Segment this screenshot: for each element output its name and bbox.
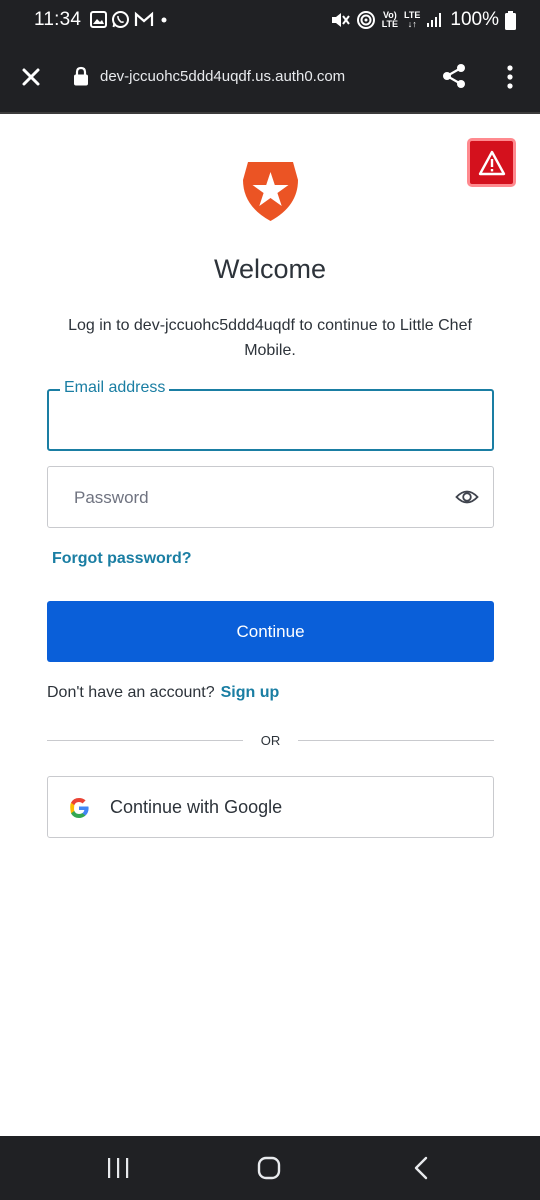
lte-indicator: LTE ↓↑ bbox=[404, 11, 420, 29]
status-time: 11:34 bbox=[34, 9, 82, 30]
status-bar: 11:34 Vo) LTE LTE ↓↑ 100% bbox=[0, 0, 540, 40]
share-icon[interactable] bbox=[440, 62, 468, 90]
whatsapp-icon bbox=[112, 11, 129, 28]
password-field[interactable] bbox=[47, 466, 494, 528]
volte-indicator: Vo) LTE bbox=[382, 11, 398, 29]
forgot-password-link[interactable]: Forgot password? bbox=[52, 550, 192, 568]
signup-link[interactable]: Sign up bbox=[221, 684, 280, 701]
status-right-icons: Vo) LTE LTE ↓↑ 100% bbox=[330, 9, 516, 31]
back-icon[interactable] bbox=[412, 1156, 430, 1180]
volte-bottom: LTE bbox=[381, 19, 399, 29]
more-vert-icon[interactable] bbox=[500, 64, 520, 90]
mute-icon bbox=[331, 13, 350, 27]
notification-icons bbox=[90, 10, 170, 29]
gmail-icon bbox=[134, 11, 154, 26]
system-nav-bar bbox=[0, 1136, 540, 1200]
hotspot-icon bbox=[356, 11, 375, 29]
battery-icon bbox=[505, 10, 516, 30]
divider-right bbox=[298, 740, 494, 741]
signup-prompt: Don't have an account? bbox=[47, 684, 215, 701]
battery-percent: 100% bbox=[450, 9, 499, 30]
auth0-logo bbox=[243, 162, 298, 221]
warning-triangle-icon bbox=[478, 150, 505, 175]
eye-icon[interactable] bbox=[455, 487, 479, 507]
email-input[interactable] bbox=[65, 407, 465, 435]
warning-badge[interactable] bbox=[467, 138, 516, 187]
image-icon bbox=[90, 11, 107, 28]
email-label: Email address bbox=[60, 379, 170, 397]
signup-row: Don't have an account? Sign up bbox=[47, 684, 279, 702]
password-input[interactable] bbox=[74, 484, 434, 512]
page-title: Welcome bbox=[213, 254, 327, 284]
continue-button[interactable]: Continue bbox=[47, 601, 494, 662]
dot-icon bbox=[161, 17, 167, 23]
recents-icon[interactable] bbox=[106, 1157, 130, 1179]
continue-with-google-button[interactable]: Continue with Google bbox=[47, 776, 494, 838]
close-icon[interactable] bbox=[18, 64, 44, 90]
google-button-label: Continue with Google bbox=[110, 797, 283, 817]
lte-bottom: ↓↑ bbox=[407, 19, 417, 29]
or-divider-text: OR bbox=[260, 733, 281, 748]
url-text[interactable]: dev-jccuohc5ddd4uqdf.us.auth0.com bbox=[100, 68, 345, 85]
google-icon bbox=[70, 798, 89, 818]
divider-left bbox=[47, 740, 243, 741]
home-icon[interactable] bbox=[257, 1156, 281, 1180]
email-field[interactable] bbox=[47, 389, 494, 451]
browser-toolbar: dev-jccuohc5ddd4uqdf.us.auth0.com bbox=[0, 40, 540, 114]
lock-icon bbox=[74, 66, 88, 86]
login-subtitle: Log in to dev-jccuohc5ddd4uqdf to contin… bbox=[68, 317, 472, 359]
signal-icon bbox=[427, 13, 442, 27]
